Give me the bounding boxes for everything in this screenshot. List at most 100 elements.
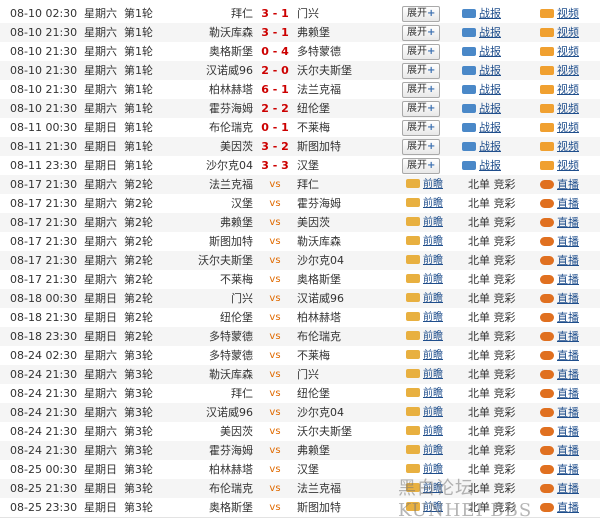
video-link[interactable]: 视频 <box>540 4 596 23</box>
beidan-label[interactable]: 北单 <box>468 387 490 400</box>
preview-link-text[interactable]: 前瞻 <box>423 445 443 456</box>
preview-link[interactable]: 前瞻 <box>402 422 447 441</box>
jingcai-label[interactable]: 竞彩 <box>494 235 516 248</box>
live-link-text[interactable]: 直播 <box>557 444 579 457</box>
jingcai-label[interactable]: 竞彩 <box>494 368 516 381</box>
beidan-label[interactable]: 北单 <box>468 406 490 419</box>
report-link-text[interactable]: 战报 <box>479 26 501 39</box>
live-link-text[interactable]: 直播 <box>557 330 579 343</box>
video-link-text[interactable]: 视频 <box>557 140 579 153</box>
report-link[interactable]: 战报 <box>462 156 510 175</box>
preview-link-text[interactable]: 前瞻 <box>423 407 443 418</box>
preview-link[interactable]: 前瞻 <box>402 327 447 346</box>
beidan-label[interactable]: 北单 <box>468 425 490 438</box>
video-link-text[interactable]: 视频 <box>557 83 579 96</box>
live-link[interactable]: 直播 <box>540 441 596 460</box>
expand-button[interactable]: 展开+ <box>402 120 441 136</box>
preview-link-text[interactable]: 前瞻 <box>423 312 443 323</box>
jingcai-label[interactable]: 竞彩 <box>494 330 516 343</box>
live-link[interactable]: 直播 <box>540 213 596 232</box>
jingcai-label[interactable]: 竞彩 <box>494 349 516 362</box>
report-link[interactable]: 战报 <box>462 80 510 99</box>
report-link-text[interactable]: 战报 <box>479 45 501 58</box>
live-link-text[interactable]: 直播 <box>557 216 579 229</box>
live-link[interactable]: 直播 <box>540 175 596 194</box>
live-link-text[interactable]: 直播 <box>557 425 579 438</box>
beidan-label[interactable]: 北单 <box>468 235 490 248</box>
beidan-label[interactable]: 北单 <box>468 254 490 267</box>
report-link-text[interactable]: 战报 <box>479 7 501 20</box>
report-link[interactable]: 战报 <box>462 61 510 80</box>
preview-link-text[interactable]: 前瞻 <box>423 369 443 380</box>
expand-button[interactable]: 展开+ <box>402 63 441 79</box>
live-link-text[interactable]: 直播 <box>557 387 579 400</box>
jingcai-label[interactable]: 竞彩 <box>494 406 516 419</box>
live-link-text[interactable]: 直播 <box>557 197 579 210</box>
live-link-text[interactable]: 直播 <box>557 406 579 419</box>
live-link[interactable]: 直播 <box>540 194 596 213</box>
video-link[interactable]: 视频 <box>540 42 596 61</box>
beidan-label[interactable]: 北单 <box>468 330 490 343</box>
jingcai-label[interactable]: 竞彩 <box>494 311 516 324</box>
jingcai-label[interactable]: 竞彩 <box>494 197 516 210</box>
report-link[interactable]: 战报 <box>462 99 510 118</box>
report-link[interactable]: 战报 <box>462 137 510 156</box>
live-link[interactable]: 直播 <box>540 365 596 384</box>
report-link[interactable]: 战报 <box>462 42 510 61</box>
live-link-text[interactable]: 直播 <box>557 368 579 381</box>
video-link[interactable]: 视频 <box>540 137 596 156</box>
preview-link[interactable]: 前瞻 <box>402 213 447 232</box>
live-link[interactable]: 直播 <box>540 270 596 289</box>
live-link[interactable]: 直播 <box>540 251 596 270</box>
video-link[interactable]: 视频 <box>540 99 596 118</box>
jingcai-label[interactable]: 竞彩 <box>494 178 516 191</box>
live-link-text[interactable]: 直播 <box>557 311 579 324</box>
beidan-label[interactable]: 北单 <box>468 368 490 381</box>
preview-link[interactable]: 前瞻 <box>402 194 447 213</box>
expand-button[interactable]: 展开+ <box>402 158 441 174</box>
report-link-text[interactable]: 战报 <box>479 102 501 115</box>
beidan-label[interactable]: 北单 <box>468 197 490 210</box>
preview-link-text[interactable]: 前瞻 <box>423 236 443 247</box>
jingcai-label[interactable]: 竞彩 <box>494 292 516 305</box>
beidan-label[interactable]: 北单 <box>468 292 490 305</box>
preview-link-text[interactable]: 前瞻 <box>423 198 443 209</box>
preview-link-text[interactable]: 前瞻 <box>423 179 443 190</box>
preview-link[interactable]: 前瞻 <box>402 175 447 194</box>
expand-button[interactable]: 展开+ <box>402 139 441 155</box>
live-link[interactable]: 直播 <box>540 384 596 403</box>
report-link[interactable]: 战报 <box>462 118 510 137</box>
beidan-label[interactable]: 北单 <box>468 444 490 457</box>
expand-button[interactable]: 展开+ <box>402 82 441 98</box>
preview-link-text[interactable]: 前瞻 <box>423 350 443 361</box>
jingcai-label[interactable]: 竞彩 <box>494 273 516 286</box>
beidan-label[interactable]: 北单 <box>468 216 490 229</box>
preview-link[interactable]: 前瞻 <box>402 289 447 308</box>
expand-button[interactable]: 展开+ <box>402 44 441 60</box>
preview-link[interactable]: 前瞻 <box>402 403 447 422</box>
report-link-text[interactable]: 战报 <box>479 140 501 153</box>
live-link[interactable]: 直播 <box>540 289 596 308</box>
preview-link-text[interactable]: 前瞻 <box>423 426 443 437</box>
video-link[interactable]: 视频 <box>540 118 596 137</box>
video-link-text[interactable]: 视频 <box>557 64 579 77</box>
report-link[interactable]: 战报 <box>462 23 510 42</box>
video-link[interactable]: 视频 <box>540 61 596 80</box>
video-link-text[interactable]: 视频 <box>557 121 579 134</box>
live-link[interactable]: 直播 <box>540 232 596 251</box>
preview-link[interactable]: 前瞻 <box>402 346 447 365</box>
jingcai-label[interactable]: 竞彩 <box>494 387 516 400</box>
report-link-text[interactable]: 战报 <box>479 83 501 96</box>
preview-link-text[interactable]: 前瞻 <box>423 274 443 285</box>
preview-link-text[interactable]: 前瞻 <box>423 331 443 342</box>
video-link[interactable]: 视频 <box>540 156 596 175</box>
beidan-label[interactable]: 北单 <box>468 349 490 362</box>
video-link-text[interactable]: 视频 <box>557 45 579 58</box>
video-link-text[interactable]: 视频 <box>557 7 579 20</box>
live-link-text[interactable]: 直播 <box>557 235 579 248</box>
report-link-text[interactable]: 战报 <box>479 121 501 134</box>
video-link[interactable]: 视频 <box>540 80 596 99</box>
expand-button[interactable]: 展开+ <box>402 101 441 117</box>
jingcai-label[interactable]: 竞彩 <box>494 216 516 229</box>
live-link-text[interactable]: 直播 <box>557 254 579 267</box>
